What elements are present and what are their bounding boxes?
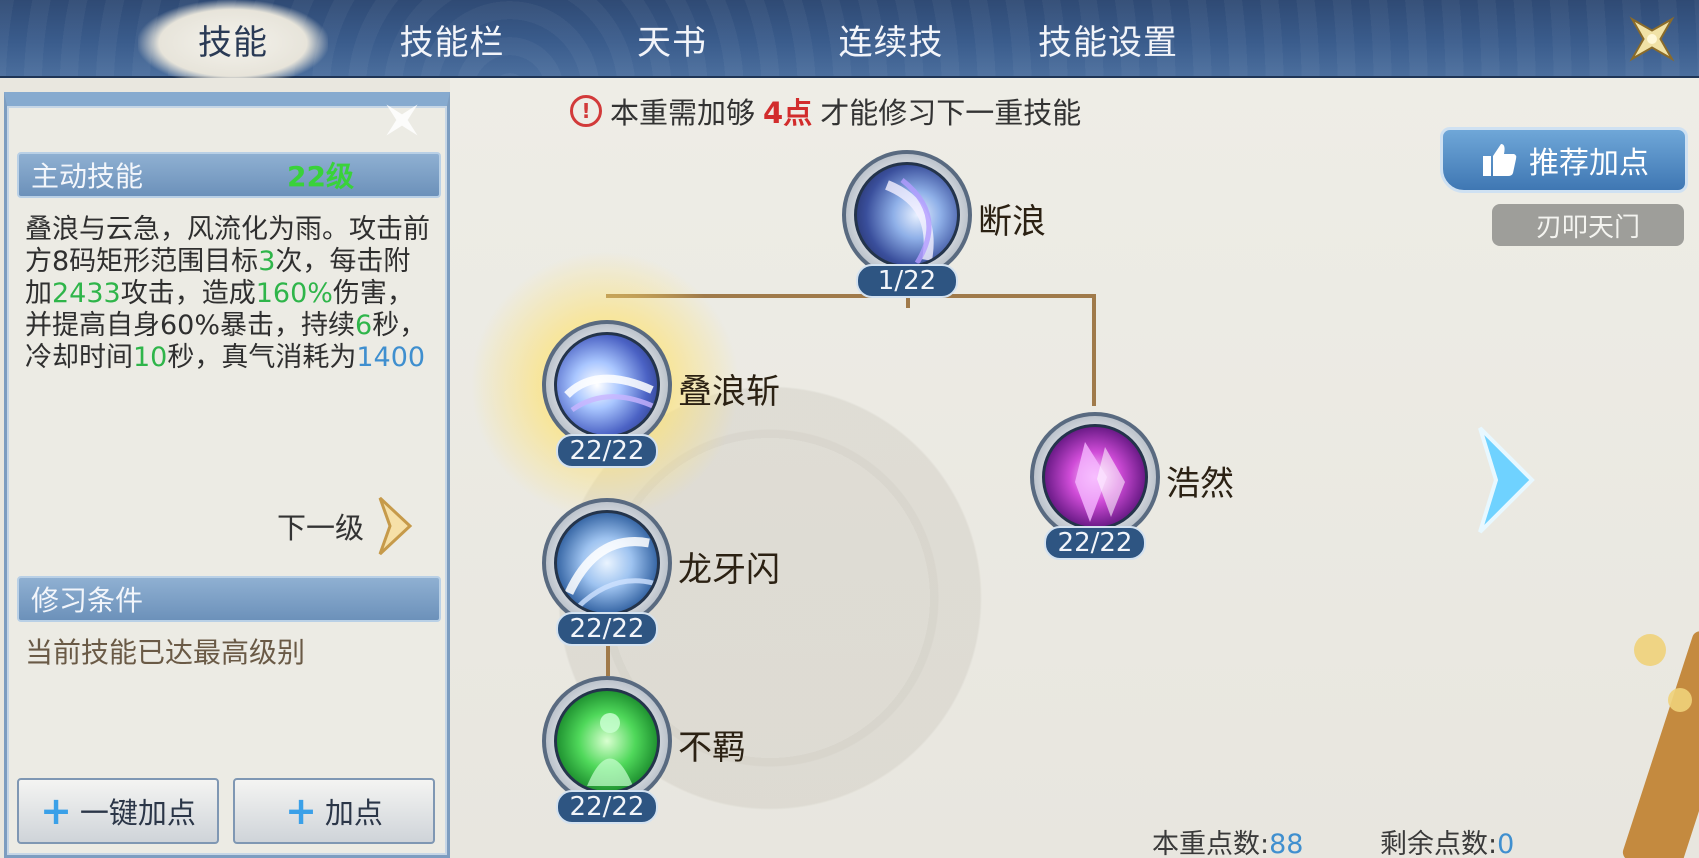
skill-name: 叠浪斩 (678, 372, 780, 412)
plus-icon: + (40, 789, 72, 833)
condition-header: 修习条件 (17, 576, 441, 622)
section-title: 主动技能 (31, 160, 144, 193)
plus-icon: + (285, 789, 317, 833)
close-icon (1629, 16, 1675, 62)
dragon-fang-icon (554, 510, 660, 616)
meditation-icon (554, 688, 660, 794)
wave-slash-icon (854, 162, 960, 268)
remaining-points: 剩余点数:0 (1380, 829, 1515, 858)
skill-name: 龙牙闪 (678, 550, 780, 590)
close-button[interactable] (1617, 4, 1687, 74)
remaining-points-value: 0 (1497, 829, 1515, 858)
recommend-label: 推荐加点 (1529, 146, 1649, 181)
skill-name: 不羁 (678, 728, 746, 768)
skill-name: 断浪 (978, 202, 1046, 242)
scroll-decoration (1620, 590, 1699, 858)
skill-detail-panel: 主动技能 22级 叠浪与云急，风流化为雨。攻击前方8码矩形范围目标3次，每击附加… (4, 92, 450, 858)
add-point-button[interactable]: + 加点 (233, 778, 435, 844)
tab-skill-settings[interactable]: 技能设置 (1013, 0, 1203, 78)
notice-highlight: 4点 (763, 96, 813, 130)
wave-strike-icon (554, 332, 660, 438)
tab-skills[interactable]: 技能 (138, 0, 328, 78)
skill-node-longyashan[interactable]: 22/22 龙牙闪 (542, 498, 940, 648)
next-page-arrow[interactable] (1470, 420, 1542, 540)
tree-connector (1092, 294, 1096, 406)
one-key-add-button[interactable]: + 一键加点 (17, 778, 219, 844)
skill-description: 叠浪与云急，风流化为雨。攻击前方8码矩形范围目标3次，每击附加2433攻击，造成… (25, 214, 430, 373)
skill-node-dielangzhan[interactable]: 22/22 叠浪斩 (542, 320, 940, 470)
tier-points: 本重点数:88 (1152, 829, 1304, 858)
tab-heaven-book[interactable]: 天书 (577, 0, 767, 78)
skill-level-count: 22/22 (556, 612, 658, 646)
skill-level-count: 22/22 (556, 434, 658, 468)
next-level-label: 下一级 (277, 511, 365, 545)
skill-level-count: 22/22 (556, 790, 658, 824)
thumbs-up-icon (1483, 144, 1517, 176)
tier-points-value: 88 (1269, 829, 1304, 858)
active-skill-header: 主动技能 22级 (17, 152, 441, 198)
skill-level: 22级 (287, 160, 354, 193)
skill-level-count: 1/22 (856, 264, 958, 298)
skill-node-haoran[interactable]: 22/22 浩然 (1030, 412, 1428, 562)
notice-suffix: 才能修习下一重技能 (820, 96, 1082, 130)
tier-notice: ! 本重需加够 4点 才能修习下一重技能 (570, 88, 1081, 134)
warning-icon: ! (570, 95, 602, 127)
chevron-right-icon (378, 496, 413, 556)
recommend-points-button[interactable]: 推荐加点 (1440, 127, 1688, 193)
sect-tag[interactable]: 刃叩天门 (1492, 204, 1684, 246)
chevron-right-icon (1478, 426, 1535, 534)
skill-level-count: 22/22 (1044, 526, 1146, 560)
tab-combo[interactable]: 连续技 (796, 0, 986, 78)
panel-ornament-icon (378, 96, 426, 144)
condition-text: 当前技能已达最高级别 (25, 636, 306, 669)
skill-node-duanlang[interactable]: 1/22 断浪 (842, 150, 1240, 300)
condition-title: 修习条件 (31, 584, 144, 617)
top-tab-bar: 技能 技能栏 天书 连续技 技能设置 (0, 0, 1699, 78)
skill-name: 浩然 (1166, 464, 1234, 504)
notice-prefix: 本重需加够 (610, 96, 756, 130)
next-level-button[interactable]: 下一级 (277, 496, 414, 556)
crystal-icon (1042, 424, 1148, 530)
skill-node-buji[interactable]: 22/22 不羁 (542, 676, 940, 826)
tab-skill-bar[interactable]: 技能栏 (357, 0, 547, 78)
